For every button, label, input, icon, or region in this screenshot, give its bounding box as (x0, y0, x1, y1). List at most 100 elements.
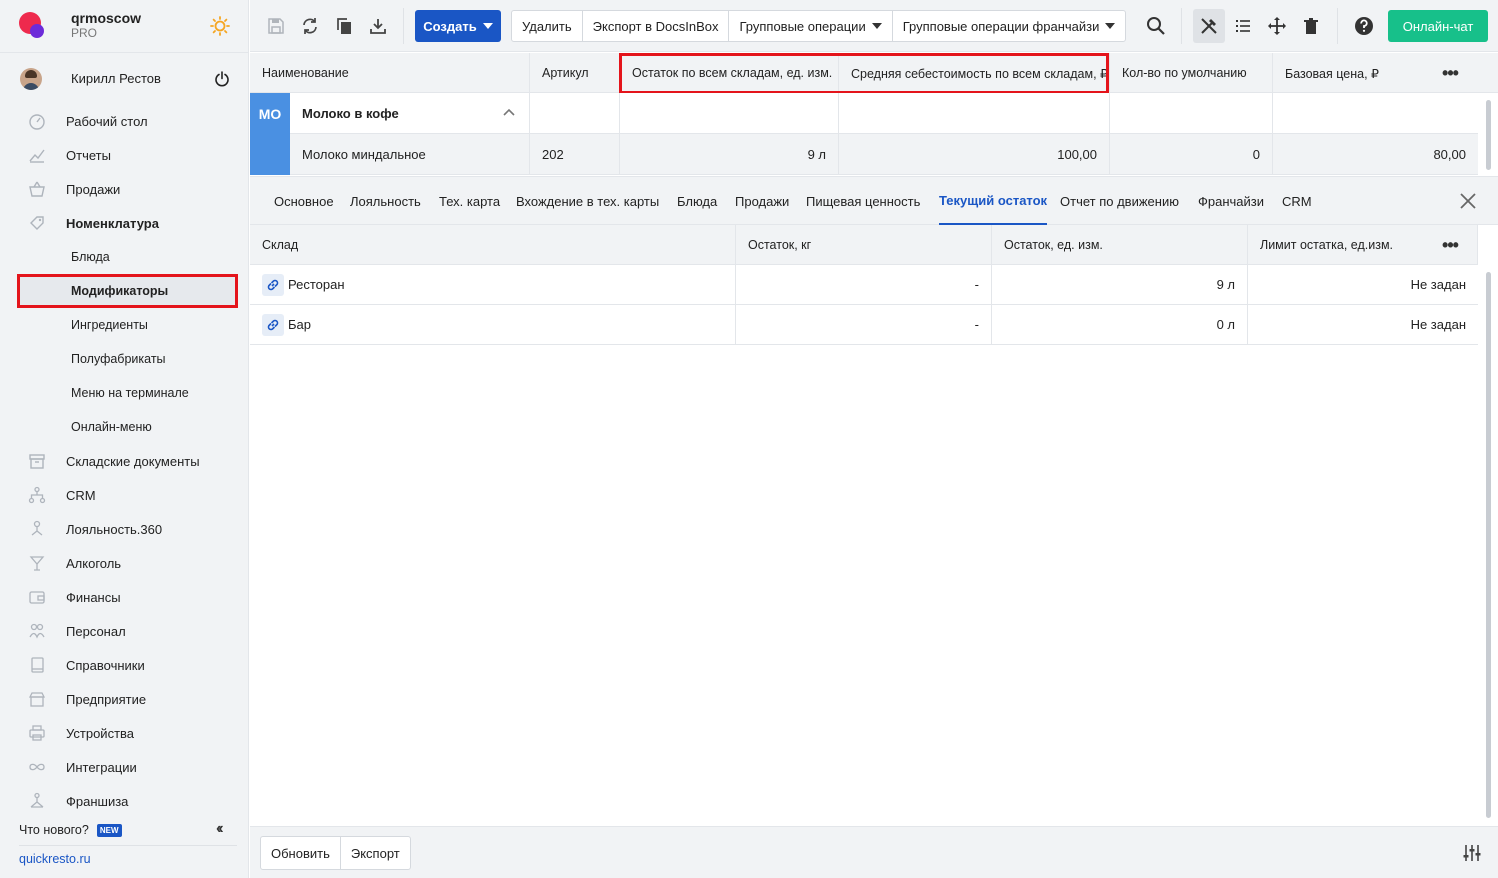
copy-icon[interactable] (332, 14, 356, 38)
chevron-up-icon[interactable] (502, 107, 516, 117)
people-icon (28, 622, 46, 640)
new-badge: NEW (96, 823, 122, 837)
scrollbar[interactable] (1486, 272, 1491, 818)
download-icon[interactable] (366, 14, 390, 38)
divider (19, 845, 237, 846)
power-icon[interactable] (214, 71, 230, 87)
refresh-button[interactable]: Обновить (261, 837, 341, 869)
tab-current-stock[interactable]: Текущий остаток (939, 177, 1048, 225)
nav-item-finance[interactable]: Финансы (0, 580, 249, 614)
nav-item-crm[interactable]: CRM (0, 478, 249, 512)
highlight-box (619, 53, 1109, 94)
tab-main[interactable]: Основное (274, 177, 334, 225)
nav-item-integrations[interactable]: Интеграции (0, 750, 249, 784)
close-icon[interactable] (1458, 191, 1478, 211)
nav-item-devices[interactable]: Устройства (0, 716, 249, 750)
search-icon[interactable] (1144, 14, 1168, 38)
refresh-icon[interactable] (298, 14, 322, 38)
tab-tech-card-entry[interactable]: Вхождение в тех. карты (516, 177, 659, 225)
table-row[interactable]: Ресторан - 9 л Не задан (250, 265, 1478, 305)
nav-item-dashboard[interactable]: Рабочий стол (0, 104, 249, 138)
delete-button[interactable]: Удалить (512, 11, 583, 41)
archive-icon (28, 452, 46, 470)
column-header-warehouse[interactable]: Склад (250, 225, 736, 265)
create-button[interactable]: Создать (415, 10, 501, 42)
footer: Обновить Экспорт (250, 826, 1498, 878)
group-row[interactable]: Молоко в кофе (290, 93, 1478, 134)
toolbar: Создать Удалить Экспорт в DocsInBox Груп… (250, 0, 1498, 52)
more-options-icon[interactable]: ••• (1440, 235, 1460, 255)
column-settings-icon[interactable] (1462, 843, 1482, 863)
divider (403, 8, 404, 44)
move-icon[interactable] (1265, 14, 1289, 38)
tab-movement-report[interactable]: Отчет по движению (1060, 177, 1179, 225)
nav-sub-ingredients[interactable]: Ингредиенты (0, 308, 249, 342)
footer-button-group: Обновить Экспорт (260, 836, 411, 870)
chevron-down-icon (1105, 23, 1116, 29)
trash-icon[interactable] (1299, 14, 1323, 38)
column-header-kg[interactable]: Остаток, кг (736, 225, 992, 265)
nav-item-label: Предприятие (66, 691, 147, 707)
column-header-default-qty[interactable]: Кол-во по умолчанию (1110, 53, 1273, 93)
nav-item-sales[interactable]: Продажи (0, 172, 249, 206)
nav-item-warehouse-docs[interactable]: Складские документы (0, 444, 249, 478)
column-header-article[interactable]: Артикул (530, 53, 620, 93)
cell-stock: 9 л (620, 134, 839, 174)
tab-tech-card[interactable]: Тех. карта (439, 177, 500, 225)
nav-item-label: Номенклатура (66, 215, 159, 231)
cell-name: Молоко миндальное (290, 134, 530, 174)
nav-item-enterprise[interactable]: Предприятие (0, 682, 249, 716)
user-panel[interactable]: Кирилл Рестов (0, 52, 248, 104)
tab-dishes[interactable]: Блюда (677, 177, 717, 225)
export-docsinbox-button[interactable]: Экспорт в DocsInBox (583, 11, 730, 41)
tab-loyalty[interactable]: Лояльность (350, 177, 421, 225)
tools-icon[interactable] (1197, 14, 1221, 38)
detail-tabs: Основное Лояльность Тех. карта Вхождение… (250, 176, 1498, 225)
cell-kg: - (736, 305, 992, 344)
whats-new[interactable]: Что нового? NEW ‹‹ (19, 820, 237, 840)
list-icon[interactable] (1231, 14, 1255, 38)
nav-item-references[interactable]: Справочники (0, 648, 249, 682)
site-link[interactable]: quickresto.ru (19, 852, 91, 866)
nav-item-staff[interactable]: Персонал (0, 614, 249, 648)
link-icon[interactable] (262, 313, 284, 336)
basket-icon (28, 180, 46, 198)
nav-sub-semifinished[interactable]: Полуфабрикаты (0, 342, 249, 376)
save-icon[interactable] (264, 14, 288, 38)
tab-crm[interactable]: CRM (1282, 177, 1312, 225)
nav-sub-online-menu[interactable]: Онлайн-меню (0, 410, 249, 444)
scrollbar[interactable] (1486, 100, 1491, 170)
nav-item-label: CRM (66, 487, 96, 503)
nav-item-reports[interactable]: Отчеты (0, 138, 249, 172)
stock-table-header: Склад Остаток, кг Остаток, ед. изм. Лими… (250, 225, 1478, 265)
help-icon[interactable] (1352, 14, 1376, 38)
online-chat-button[interactable]: Онлайн-чат (1388, 10, 1488, 42)
export-button[interactable]: Экспорт (341, 837, 410, 869)
column-header-name[interactable]: Наименование (250, 53, 530, 93)
nav-item-nomenclature[interactable]: Номенклатура (0, 206, 249, 240)
group-ops-button[interactable]: Групповые операции (729, 11, 893, 41)
tab-sales[interactable]: Продажи (735, 177, 789, 225)
tab-nutrition[interactable]: Пищевая ценность (806, 177, 920, 225)
sun-icon[interactable] (210, 16, 230, 36)
column-header-units[interactable]: Остаток, ед. изм. (992, 225, 1248, 265)
nav-item-label: Франшиза (66, 793, 129, 809)
group-ops-franchise-button[interactable]: Групповые операции франчайзи (893, 11, 1126, 41)
group-ops-franchise-label: Групповые операции франчайзи (902, 18, 1100, 34)
collapse-sidebar-icon[interactable]: ‹‹ (216, 820, 223, 838)
nav-item-label: Складские документы (66, 453, 200, 469)
nav-sub-terminal-menu[interactable]: Меню на терминале (0, 376, 249, 410)
table-row[interactable]: Молоко миндальное 202 9 л 100,00 0 80,00 (290, 134, 1478, 175)
nav-item-label: Рабочий стол (66, 113, 148, 129)
nav-sub-modifiers[interactable]: Модификаторы (17, 274, 238, 308)
table-row[interactable]: Бар - 0 л Не задан (250, 305, 1478, 345)
more-options-icon[interactable]: ••• (1440, 63, 1460, 83)
brand: qrmoscow PRO (0, 0, 248, 52)
link-icon[interactable] (262, 273, 284, 296)
nav-item-franchise[interactable]: Франшиза (0, 784, 249, 818)
nav-sub-dishes[interactable]: Блюда (0, 240, 249, 274)
nav-item-alcohol[interactable]: Алкоголь (0, 546, 249, 580)
cell-units: 9 л (992, 265, 1248, 304)
tab-franchisees[interactable]: Франчайзи (1198, 177, 1264, 225)
nav-item-loyalty[interactable]: Лояльность.360 (0, 512, 249, 546)
